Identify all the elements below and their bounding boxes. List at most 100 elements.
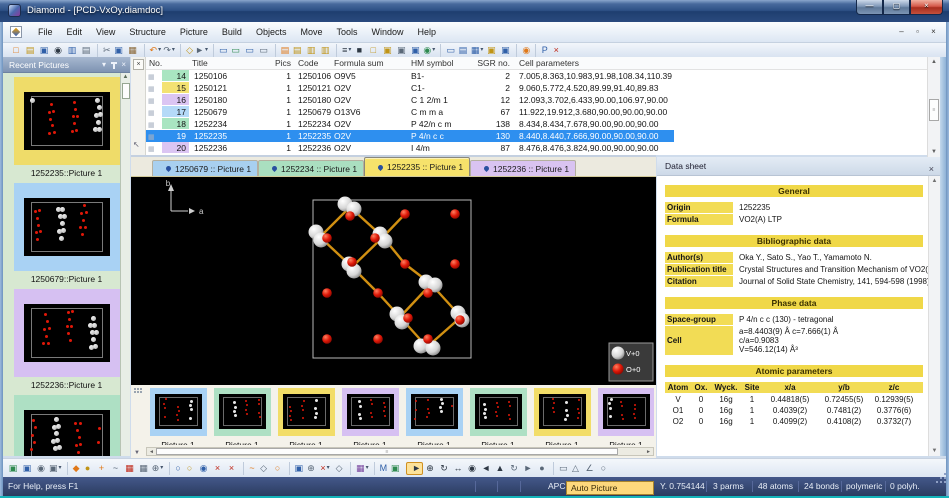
freehand-icon[interactable]: ○: [597, 462, 611, 475]
chevron-down-icon[interactable]: ▾: [102, 57, 106, 73]
add-atoms-icon[interactable]: ●: [81, 462, 95, 475]
center-view-icon[interactable]: ⊕: [304, 462, 318, 475]
fill-cell-icon[interactable]: ◆: [67, 462, 81, 475]
data-table-icon[interactable]: ▦: [470, 44, 485, 57]
rotate-mode-icon[interactable]: ↻: [437, 462, 451, 475]
navigation-window-icon[interactable]: ▭: [213, 44, 229, 57]
recent-picture-item[interactable]: 1250679::Picture 1: [14, 183, 120, 285]
scroll-down-icon[interactable]: ▼: [929, 446, 940, 456]
status-apc[interactable]: APC: [548, 481, 565, 491]
scrollbar-thumb[interactable]: ≡: [156, 448, 618, 455]
filmstrip-thumbnail[interactable]: [214, 388, 271, 436]
panes-icon[interactable]: ▣: [289, 462, 305, 475]
filmstrip-item[interactable]: Picture 1: [466, 387, 530, 445]
menu-picture[interactable]: Picture: [173, 24, 215, 40]
grow-shrink-icon[interactable]: ⊕: [151, 462, 165, 475]
filmstrip-scrollbar[interactable]: ◄ ≡ ►: [146, 447, 654, 456]
scroll-up-icon[interactable]: ▲: [928, 57, 940, 67]
cut-icon[interactable]: ✂: [97, 44, 112, 57]
add-bonds-icon[interactable]: +: [95, 462, 109, 475]
menu-file[interactable]: File: [31, 24, 60, 40]
spin-icon[interactable]: ↻: [507, 462, 521, 475]
recent-picture-thumbnail[interactable]: [14, 395, 120, 456]
distance-wizard-icon[interactable]: ◉: [516, 44, 531, 57]
select-arrow-icon[interactable]: ►: [194, 44, 209, 57]
picture-view-icon[interactable]: ■: [352, 44, 366, 57]
distort-icon[interactable]: ◇: [257, 462, 271, 475]
recent-pictures-header[interactable]: Recent Pictures ▾ ×: [3, 57, 130, 73]
print-icon[interactable]: ▤: [79, 44, 93, 57]
recent-picture-item[interactable]: 1252236::Picture 1: [14, 289, 120, 391]
polyhedron-blue-icon[interactable]: ○: [169, 462, 183, 475]
filmstrip-collapse-icon[interactable]: ▼: [134, 450, 140, 456]
document-minimize-icon[interactable]: –: [895, 26, 908, 38]
background-picture-icon[interactable]: ▣: [388, 462, 402, 475]
picture-settings-icon[interactable]: ▣: [6, 462, 20, 475]
menu-tools[interactable]: Tools: [329, 24, 364, 40]
tab-1252234[interactable]: 1252234 :: Picture 1: [258, 160, 364, 176]
filmstrip-thumbnail[interactable]: [342, 388, 399, 436]
filmstrip-thumbnail[interactable]: [150, 388, 207, 436]
close-panel-icon[interactable]: ×: [121, 57, 126, 73]
report-window-icon[interactable]: ▭: [257, 44, 271, 57]
filmstrip-item[interactable]: Picture 1: [402, 387, 466, 445]
properties-icon[interactable]: P: [535, 44, 549, 57]
table-close-icon[interactable]: ×: [133, 59, 144, 70]
menu-window[interactable]: Window: [364, 24, 410, 40]
recent-picture-thumbnail[interactable]: [14, 183, 120, 271]
filmstrip-item[interactable]: Picture 1: [210, 387, 274, 445]
filmstrip-thumbnail[interactable]: [470, 388, 527, 436]
table-scrollbar[interactable]: ▲ ≡ ▼: [927, 57, 940, 157]
color-grid-icon[interactable]: ▦: [350, 462, 370, 475]
reset-view-icon[interactable]: ▲: [493, 462, 507, 475]
zoom-mode-icon[interactable]: ◉: [465, 462, 479, 475]
crystal-structure-canvas[interactable]: b a: [131, 176, 656, 385]
data-sheet-scrollbar[interactable]: ▲ ▼: [928, 176, 940, 456]
polyhedron-yellow-icon[interactable]: ○: [183, 462, 197, 475]
picture-export-icon[interactable]: ▣: [408, 44, 422, 57]
table-view-icon[interactable]: ≡: [336, 44, 352, 57]
column-header-cell-parameters[interactable]: Cell parameters: [519, 58, 579, 68]
column-header-hm-symbol[interactable]: HM symbol: [411, 58, 454, 68]
table-row[interactable]: 17 1250679 1 1250679 O13V6 C m m a 67 11…: [146, 106, 927, 118]
filmstrip-item[interactable]: Picture 1: [338, 387, 402, 445]
previous-view-icon[interactable]: ◄: [479, 462, 493, 475]
open-folder-icon[interactable]: ▤: [23, 44, 37, 57]
shift-mode-icon[interactable]: ↔: [451, 462, 465, 475]
tools-icon[interactable]: ×: [549, 44, 563, 57]
data-window-icon[interactable]: ▭: [243, 44, 257, 57]
document-close-icon[interactable]: ×: [927, 26, 940, 38]
ruler-icon[interactable]: ▭: [553, 462, 569, 475]
paste-structure-icon[interactable]: ▥: [318, 44, 332, 57]
recent-panel-scrollbar[interactable]: ▲: [120, 73, 130, 456]
picture-window-icon[interactable]: ▭: [229, 44, 243, 57]
filmstrip-item[interactable]: Picture 1: [594, 387, 654, 445]
picture-build-icon[interactable]: ◉: [34, 462, 48, 475]
molecule-m-icon[interactable]: M: [374, 462, 389, 475]
menu-help[interactable]: Help: [411, 24, 444, 40]
minimize-button[interactable]: —: [856, 0, 883, 15]
paste-icon[interactable]: ▦: [126, 44, 140, 57]
destroy-icon[interactable]: ×: [318, 462, 332, 475]
undo-icon[interactable]: ↶: [144, 44, 163, 57]
table-row[interactable]: 18 1252234 1 1252234 O2V P 42/n c m 138 …: [146, 118, 927, 130]
menu-edit[interactable]: Edit: [60, 24, 90, 40]
close-button[interactable]: ×: [910, 0, 943, 15]
recent-picture-thumbnail[interactable]: [14, 77, 120, 165]
new-picture-icon[interactable]: □: [366, 44, 380, 57]
frame-picture-icon[interactable]: ▣: [484, 44, 498, 57]
column-header-pics[interactable]: Pics: [261, 58, 291, 68]
rings-icon[interactable]: ◉: [197, 462, 211, 475]
menu-move[interactable]: Move: [293, 24, 329, 40]
table-row[interactable]: 20 1252236 1 1252236 O2V I 4/m 87 8.476,…: [146, 142, 927, 154]
maximize-button[interactable]: ▢: [883, 0, 910, 15]
recent-picture-thumbnail[interactable]: [14, 289, 120, 377]
filmstrip-thumbnail[interactable]: [406, 388, 463, 436]
menu-structure[interactable]: Structure: [122, 24, 173, 40]
filmstrip-thumbnail[interactable]: [278, 388, 335, 436]
scrollbar-thumb[interactable]: ≡: [929, 99, 939, 121]
builder-icon[interactable]: ◇: [332, 462, 346, 475]
column-header-sgr-no[interactable]: SGR no.: [476, 58, 510, 68]
save-icon[interactable]: ▣: [37, 44, 51, 57]
filmstrip-item[interactable]: Picture 1: [146, 387, 210, 445]
